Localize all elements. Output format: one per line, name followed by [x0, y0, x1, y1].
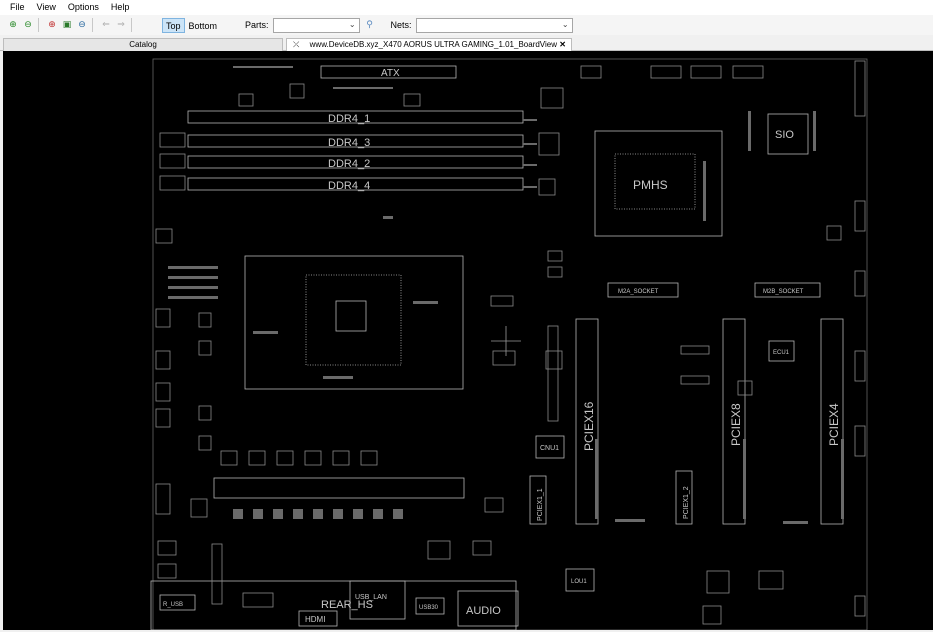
tab-boardview[interactable]: ⤫ www.DeviceDB.xyz_X470 AORUS ULTRA GAMI…	[286, 38, 572, 52]
pciex1-1-label: PCIEX1_1	[537, 488, 544, 521]
close-icon[interactable]: ✕	[559, 39, 566, 51]
cnu1-label: CNU1	[540, 445, 559, 452]
tab-catalog-label: Catalog	[129, 40, 157, 49]
toolbar-separator	[92, 18, 93, 32]
tab-bar: Catalog ⤫ www.DeviceDB.xyz_X470 AORUS UL…	[0, 36, 933, 52]
zoom-previous-icon[interactable]: ⊖	[76, 19, 88, 31]
forward-arrow-icon[interactable]: ⇒	[115, 19, 127, 31]
small-components	[155, 60, 866, 625]
parts-combo[interactable]: ⌄	[272, 17, 360, 33]
sio-label: SIO	[775, 129, 794, 141]
chevron-down-icon: ⌄	[561, 19, 569, 29]
hdmi-label: HDMI	[305, 615, 325, 624]
board-canvas[interactable]: ATX DDR4_1 DDR4_3 DDR4_2 DDR4_4 PMHS SIO…	[3, 51, 933, 631]
usb30-label: USB30	[419, 605, 439, 611]
r-usb-label: R_USB	[163, 602, 183, 608]
zoom-area-icon[interactable]: ⊕	[46, 19, 58, 31]
back-arrow-icon[interactable]: ⇐	[100, 19, 112, 31]
tab-boardview-label: www.DeviceDB.xyz_X470 AORUS ULTRA GAMING…	[309, 40, 557, 49]
ddr4-2-label: DDR4_2	[328, 158, 370, 170]
tab-catalog[interactable]: Catalog	[3, 38, 283, 51]
pciex16-label: PCIEX16	[582, 401, 596, 451]
bottom-side-button[interactable]: Bottom	[185, 18, 222, 33]
vrm-row	[213, 477, 465, 499]
menu-bar: File View Options Help	[0, 0, 933, 15]
lou1-label: LOU1	[571, 579, 587, 585]
crosshair	[491, 326, 521, 356]
cpu-center	[335, 300, 367, 332]
usb-lan-label: USB_LAN	[355, 594, 387, 601]
fit-board-icon[interactable]: ▣	[61, 19, 73, 31]
top-side-button[interactable]: Top	[162, 17, 185, 33]
chevron-down-icon: ⌄	[348, 19, 356, 29]
m2a-label: M2A_SOCKET	[618, 289, 659, 295]
ecu1-label: ECU1	[773, 350, 790, 356]
atx-label: ATX	[381, 68, 400, 79]
pin-icon[interactable]: ⤫	[293, 40, 299, 49]
zoom-out-icon[interactable]: ⊖	[22, 19, 34, 31]
parts-label: Parts:	[245, 20, 269, 30]
nets-label: Nets:	[390, 20, 412, 30]
cpu-pin-grid	[305, 274, 402, 366]
m2b-label: M2B_SOCKET	[763, 289, 804, 295]
pciex8-label: PCIEX8	[729, 403, 743, 446]
board-outline	[152, 58, 868, 631]
audio-label: AUDIO	[466, 605, 501, 617]
pciex1-2-label: PCIEX1_2	[683, 486, 690, 519]
toolbar: ⊕ ⊖ ⊕ ▣ ⊖ ⇐ ⇒ Top Bottom Parts: ⌄ ⚲ Nets…	[0, 15, 933, 35]
menu-view[interactable]: View	[31, 0, 62, 15]
ddr4-1-label: DDR4_1	[328, 113, 370, 125]
ddr4-4-label: DDR4_4	[328, 180, 370, 192]
ddr4-3-label: DDR4_3	[328, 137, 370, 149]
menu-file[interactable]: File	[4, 0, 31, 15]
parts-search-icon[interactable]: ⚲	[364, 19, 376, 31]
toolbar-separator	[131, 18, 132, 32]
pciex4-label: PCIEX4	[827, 403, 841, 446]
toolbar-separator	[38, 18, 39, 32]
board-drawing: ATX DDR4_1 DDR4_3 DDR4_2 DDR4_4 PMHS SIO…	[150, 58, 868, 631]
cpu-socket-outline	[244, 255, 464, 390]
menu-help[interactable]: Help	[105, 0, 136, 15]
nets-combo[interactable]: ⌄	[415, 17, 573, 33]
zoom-in-icon[interactable]: ⊕	[7, 19, 19, 31]
menu-options[interactable]: Options	[62, 0, 105, 15]
pmhs-label: PMHS	[633, 178, 668, 192]
